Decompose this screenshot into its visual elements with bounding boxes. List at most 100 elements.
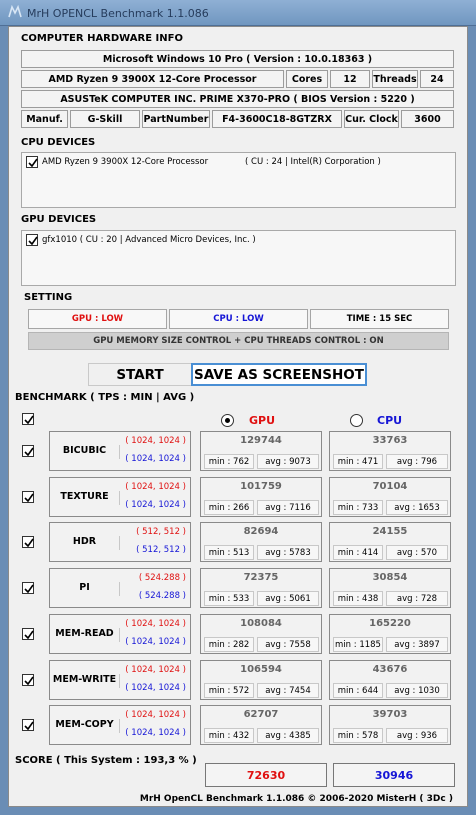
benchmark-test-name: PI	[50, 582, 120, 596]
benchmark-test-name: MEM-WRITE	[50, 674, 120, 688]
cpu-result: 33763 min : 471 avg : 796	[329, 431, 451, 471]
gpu-result-min: min : 572	[204, 683, 254, 698]
check-icon	[24, 676, 34, 686]
cpu-radio-label: CPU	[377, 414, 403, 427]
benchmark-row-checkbox[interactable]	[22, 536, 34, 548]
cores-label: Cores	[286, 70, 328, 88]
cpu-result: 39703 min : 578 avg : 936	[329, 705, 451, 745]
gpu-result-min: min : 513	[204, 545, 254, 560]
cpu-device-checkbox[interactable]	[26, 156, 38, 168]
cpu-result-avg: avg : 796	[386, 454, 448, 469]
start-button[interactable]: START	[88, 363, 192, 386]
gpu-device-checkbox[interactable]	[26, 234, 38, 246]
gpu-result: 108084 min : 282 avg : 7558	[200, 614, 322, 654]
cpu-device-name: AMD Ryzen 9 3900X 12-Core Processor	[42, 157, 209, 167]
cpu-resolution: ( 1024, 1024 )	[125, 683, 186, 693]
gpu-resolution: ( 1024, 1024 )	[125, 665, 186, 675]
check-icon	[28, 236, 38, 246]
score-label: SCORE ( This System : 193,3 % )	[15, 755, 197, 766]
gpu-result-avg: avg : 7454	[257, 683, 319, 698]
cpu-result-score: 24155	[372, 526, 408, 537]
gpu-result: 129744 min : 762 avg : 9073	[200, 431, 322, 471]
gpu-result-score: 62707	[243, 709, 279, 720]
cpu-resolution: ( 524.288 )	[138, 591, 186, 601]
benchmark-test-pi: PI ( 524.288 ) ( 524.288 )	[49, 568, 191, 608]
time-setting[interactable]: TIME : 15 SEC	[310, 309, 449, 329]
gpu-result-avg: avg : 4385	[257, 728, 319, 743]
cpu-result-min: min : 733	[333, 500, 383, 515]
hardware-section-title: COMPUTER HARDWARE INFO	[21, 33, 183, 44]
cpu-result-min: min : 644	[333, 683, 383, 698]
cpu-result: 70104 min : 733 avg : 1653	[329, 477, 451, 517]
cpu-devices-list[interactable]: AMD Ryzen 9 3900X 12-Core Processor ( CU…	[21, 152, 456, 208]
check-icon	[24, 493, 34, 503]
gpu-resolution: ( 524.288 )	[138, 573, 186, 583]
app-icon	[8, 5, 22, 18]
select-all-checkbox[interactable]	[22, 413, 34, 425]
benchmark-row-checkbox[interactable]	[22, 674, 34, 686]
gpu-result-min: min : 282	[204, 637, 254, 652]
cpu-devices-title: CPU DEVICES	[21, 137, 96, 148]
check-icon	[24, 584, 34, 594]
control-setting[interactable]: GPU MEMORY SIZE CONTROL + CPU THREADS CO…	[28, 332, 449, 350]
benchmark-row-checkbox[interactable]	[22, 445, 34, 457]
cpu-result-score: 30854	[372, 572, 408, 583]
gpu-radio[interactable]	[221, 414, 234, 427]
gpu-device-name: gfx1010 ( CU : 20 | Advanced Micro Devic…	[42, 235, 256, 245]
save-screenshot-button[interactable]: SAVE AS SCREENSHOT	[191, 363, 367, 386]
gpu-result-score: 129744	[240, 435, 282, 446]
clock-value: 3600	[401, 110, 454, 128]
benchmark-test-name: MEM-READ	[50, 628, 120, 642]
cpu-result-score: 70104	[372, 481, 408, 492]
cpu-result-avg: avg : 1030	[386, 683, 448, 698]
gpu-result-score: 106594	[240, 664, 282, 675]
benchmark-row-checkbox[interactable]	[22, 491, 34, 503]
cpu-result-avg: avg : 3897	[386, 637, 448, 652]
cpu-result: 24155 min : 414 avg : 570	[329, 522, 451, 562]
cpu-result-min: min : 1185	[333, 637, 383, 652]
benchmark-test-name: BICUBIC	[50, 445, 120, 459]
cores-value: 12	[330, 70, 370, 88]
cpu-setting[interactable]: CPU : LOW	[169, 309, 308, 329]
check-icon	[24, 415, 34, 425]
manuf-label: Manuf.	[21, 110, 68, 128]
title-bar[interactable]: MrH OPENCL Benchmark 1.1.086	[0, 0, 476, 26]
gpu-result-min: min : 432	[204, 728, 254, 743]
gpu-resolution: ( 1024, 1024 )	[125, 482, 186, 492]
gpu-total-score: 72630	[205, 763, 327, 787]
benchmark-row-checkbox[interactable]	[22, 582, 34, 594]
benchmark-test-texture: TEXTURE ( 1024, 1024 ) ( 1024, 1024 )	[49, 477, 191, 517]
footer-credit: MrH OpenCL Benchmark 1.1.086 © 2006-2020…	[139, 794, 453, 804]
gpu-result-min: min : 533	[204, 591, 254, 606]
cpu-radio[interactable]	[350, 414, 363, 427]
gpu-result: 72375 min : 533 avg : 5061	[200, 568, 322, 608]
cpu-result-score: 39703	[372, 709, 408, 720]
gpu-result: 101759 min : 266 avg : 7116	[200, 477, 322, 517]
gpu-result-avg: avg : 7558	[257, 637, 319, 652]
cpu-resolution: ( 1024, 1024 )	[125, 500, 186, 510]
gpu-devices-title: GPU DEVICES	[21, 214, 97, 225]
benchmark-test-name: HDR	[50, 536, 120, 550]
cpu-result-avg: avg : 936	[386, 728, 448, 743]
gpu-result-score: 72375	[243, 572, 279, 583]
gpu-resolution: ( 1024, 1024 )	[125, 619, 186, 629]
clock-label: Cur. Clock	[344, 110, 399, 128]
cpu-resolution: ( 1024, 1024 )	[125, 454, 186, 464]
gpu-resolution: ( 512, 512 )	[136, 527, 186, 537]
benchmark-test-bicubic: BICUBIC ( 1024, 1024 ) ( 1024, 1024 )	[49, 431, 191, 471]
cpu-result: 43676 min : 644 avg : 1030	[329, 660, 451, 700]
benchmark-row-checkbox[interactable]	[22, 719, 34, 731]
gpu-setting[interactable]: GPU : LOW	[28, 309, 167, 329]
benchmark-test-mem-copy: MEM-COPY ( 1024, 1024 ) ( 1024, 1024 )	[49, 705, 191, 745]
window-title: MrH OPENCL Benchmark 1.1.086	[27, 7, 209, 20]
os-info: Microsoft Windows 10 Pro ( Version : 10.…	[21, 50, 454, 68]
cpu-device-info: ( CU : 24 | Intel(R) Corporation )	[245, 157, 381, 167]
setting-title: SETTING	[24, 292, 73, 303]
cpu-resolution: ( 512, 512 )	[136, 545, 186, 555]
cpu-result-avg: avg : 1653	[386, 500, 448, 515]
benchmark-row-checkbox[interactable]	[22, 628, 34, 640]
gpu-devices-list[interactable]: gfx1010 ( CU : 20 | Advanced Micro Devic…	[21, 230, 456, 286]
gpu-result-min: min : 762	[204, 454, 254, 469]
gpu-result-avg: avg : 9073	[257, 454, 319, 469]
cpu-info: AMD Ryzen 9 3900X 12-Core Processor	[21, 70, 284, 88]
